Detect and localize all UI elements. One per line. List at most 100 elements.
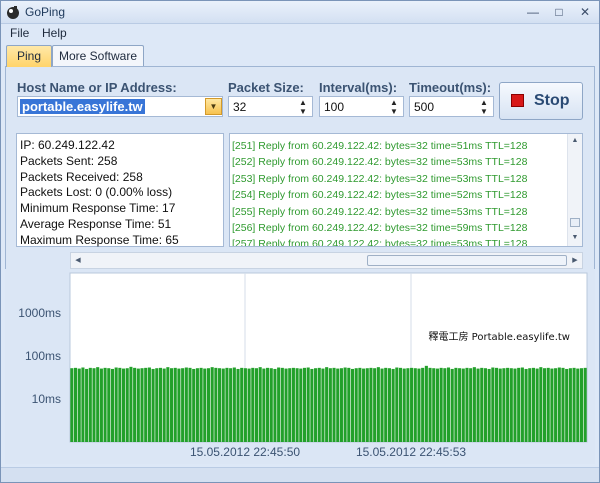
stop-button[interactable]: Stop xyxy=(499,82,583,120)
stat-ip: IP: 60.249.122.42 xyxy=(20,138,115,152)
chart-bar xyxy=(410,367,414,442)
chart-bar xyxy=(310,368,314,442)
chart-bar xyxy=(96,367,100,442)
chart-bar xyxy=(509,368,513,442)
timeout-value[interactable]: 500 xyxy=(414,100,434,114)
title-bar[interactable]: GoPing — □ ✕ xyxy=(1,1,599,24)
scroll-thumb[interactable] xyxy=(367,255,567,266)
chart-bar xyxy=(583,367,587,442)
chart-bar xyxy=(373,368,377,442)
chart-bar xyxy=(162,368,166,442)
chart-bar xyxy=(81,367,85,442)
spin-up-icon[interactable]: ▲ xyxy=(297,98,309,107)
stat-min-response: Minimum Response Time: 17 xyxy=(20,201,176,216)
chart-bar xyxy=(557,367,561,442)
chart-bar xyxy=(203,368,207,442)
chart-bar xyxy=(572,367,576,442)
chart-bar xyxy=(277,367,281,442)
chart-bar xyxy=(170,368,174,442)
spin-down-icon[interactable]: ▼ xyxy=(478,107,490,116)
minimize-icon[interactable]: — xyxy=(523,3,543,21)
chart-bar xyxy=(273,368,277,442)
chart-bar xyxy=(517,367,521,442)
close-icon[interactable]: ✕ xyxy=(575,3,595,21)
menu-help[interactable]: Help xyxy=(42,26,67,40)
chart-bar xyxy=(129,366,133,442)
chart-bar xyxy=(240,367,244,442)
chart-bar xyxy=(85,368,89,442)
chart-bar xyxy=(446,367,451,442)
chart-bar xyxy=(546,367,550,442)
chart-bar xyxy=(103,367,107,442)
chart-bar xyxy=(380,368,384,442)
chart-bar xyxy=(243,368,247,442)
chart-bar xyxy=(376,367,380,442)
chart-bar xyxy=(487,368,491,442)
timeout-stepper[interactable]: 500 ▲ ▼ xyxy=(409,96,494,117)
chart-bar xyxy=(491,367,495,442)
chart-bar xyxy=(435,368,439,442)
reply-log[interactable]: [251] Reply from 60.249.122.42: bytes=32… xyxy=(229,133,583,247)
chart-bar xyxy=(251,367,255,442)
chart-bar xyxy=(339,368,343,442)
interval-stepper[interactable]: 100 ▲ ▼ xyxy=(319,96,404,117)
chart-bar xyxy=(144,367,148,442)
host-combobox[interactable]: portable.easylife.tw ▼ xyxy=(17,96,223,117)
host-label: Host Name or IP Address: xyxy=(17,80,177,95)
chart-bar xyxy=(347,367,351,442)
chart-bar xyxy=(328,368,332,442)
spin-down-icon[interactable]: ▼ xyxy=(388,107,400,116)
log-vertical-scrollbar[interactable]: ▲ ▼ xyxy=(567,134,582,246)
x-tick-label: 15.05.2012 22:45:53 xyxy=(356,445,466,459)
chart-bar xyxy=(443,368,447,442)
spin-down-icon[interactable]: ▼ xyxy=(297,107,309,116)
scroll-right-icon[interactable]: ▶ xyxy=(568,253,582,268)
y-tick-label: 100ms xyxy=(25,349,61,363)
chart-bar xyxy=(232,367,236,442)
chart-horizontal-scrollbar[interactable]: ◀ ▶ xyxy=(70,252,583,269)
chevron-down-icon[interactable]: ▼ xyxy=(205,98,222,115)
tab-more-software[interactable]: More Software xyxy=(52,45,144,66)
chart-bar xyxy=(554,368,558,442)
scroll-left-icon[interactable]: ◀ xyxy=(71,253,85,268)
chart-bar xyxy=(506,367,510,442)
chart-bar xyxy=(561,367,565,442)
chart-bar xyxy=(535,368,539,442)
chart-bar xyxy=(458,368,462,442)
chart-bar xyxy=(413,368,417,442)
scroll-down-icon[interactable]: ▼ xyxy=(568,231,582,245)
chart-bar xyxy=(520,367,524,442)
chart-bar xyxy=(122,368,126,442)
chart-bar xyxy=(306,367,310,442)
chart-bar xyxy=(258,367,262,442)
chart-bar xyxy=(254,368,259,442)
chart-bar xyxy=(288,368,292,442)
spin-up-icon[interactable]: ▲ xyxy=(478,98,490,107)
chart-bar xyxy=(92,368,96,442)
stop-icon xyxy=(511,94,524,107)
chart-bar xyxy=(524,368,528,442)
chart-bar xyxy=(114,367,118,442)
chart-bar xyxy=(465,367,469,442)
spin-up-icon[interactable]: ▲ xyxy=(388,98,400,107)
scroll-up-icon[interactable]: ▲ xyxy=(568,134,582,148)
maximize-icon[interactable]: □ xyxy=(549,3,569,21)
chart-bar xyxy=(125,368,129,442)
chart-bar xyxy=(147,367,151,442)
menu-bar: File Help xyxy=(1,24,599,43)
interval-value[interactable]: 100 xyxy=(324,100,344,114)
chart-bar xyxy=(214,367,218,442)
x-tick-label: 15.05.2012 22:45:50 xyxy=(190,445,300,459)
menu-file[interactable]: File xyxy=(10,26,29,40)
host-input[interactable]: portable.easylife.tw xyxy=(20,99,145,114)
tab-ping[interactable]: Ping xyxy=(6,45,52,67)
chart-bar xyxy=(424,365,428,442)
app-icon xyxy=(7,6,19,19)
packet-size-value[interactable]: 32 xyxy=(233,100,246,114)
chart-bar xyxy=(262,368,266,442)
chart-bar xyxy=(206,368,211,442)
scroll-thumb[interactable] xyxy=(570,218,580,227)
packet-size-stepper[interactable]: 32 ▲ ▼ xyxy=(228,96,313,117)
chart-bar xyxy=(358,367,362,442)
chart-bar xyxy=(384,367,388,442)
